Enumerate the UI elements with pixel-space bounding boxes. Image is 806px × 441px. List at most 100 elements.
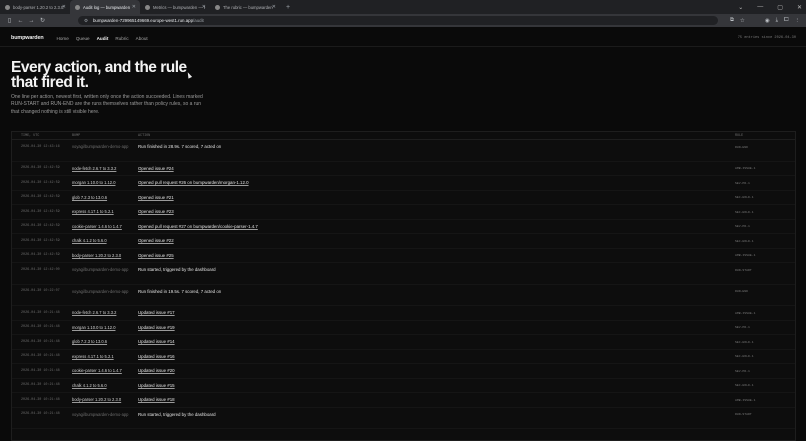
table-row: 2026-04-30 10:21:48 node-fetch 2.6.7 to 3… bbox=[12, 306, 795, 321]
brand-logo[interactable]: bumpwarden bbox=[11, 35, 44, 41]
browser-toolbar: ▯ ← → ↻ ⚙ bumpwarden-729965149669.europe… bbox=[0, 14, 806, 27]
nav-link-queue[interactable]: Queue bbox=[76, 36, 90, 41]
sidebar-icon[interactable]: ▯ bbox=[4, 17, 15, 24]
nav-link-about[interactable]: About bbox=[136, 36, 148, 41]
cell-action[interactable]: Opened pull request #27 on bumpwarden/co… bbox=[138, 224, 735, 229]
cell-action[interactable]: Opened issue #24 bbox=[138, 166, 735, 171]
cell-time: 2026-04-30 12:42:59 bbox=[21, 209, 60, 214]
nav-link-rubric[interactable]: Rubric bbox=[115, 36, 128, 41]
cell-bump[interactable]: cookie-parser 1.4.6 to 1.4.7 bbox=[72, 224, 138, 230]
close-icon[interactable]: ✕ bbox=[272, 4, 276, 10]
menu-icon[interactable]: ⋮ bbox=[795, 18, 801, 24]
cell-time: 2026-04-30 10:22:07 bbox=[21, 289, 60, 294]
cell-time: 2026-04-30 10:21:48 bbox=[21, 383, 60, 388]
nav-link-audit[interactable]: Audit bbox=[97, 36, 109, 41]
browser-tab[interactable]: The rubric — bumpwarden ✕ bbox=[210, 0, 280, 14]
translate-icon[interactable]: ⧉ bbox=[730, 17, 734, 24]
cell-time: 2026-04-30 12:42:59 bbox=[21, 180, 60, 185]
cell-action[interactable]: Updated issue #14 bbox=[138, 339, 735, 344]
cell-rule: AMB-ISSUE-1 bbox=[735, 166, 756, 171]
cell-action[interactable]: Updated issue #17 bbox=[138, 310, 735, 315]
maximize-icon[interactable]: ▢ bbox=[777, 4, 783, 11]
cell-bump[interactable]: express 4.17.1 to 5.2.1 bbox=[72, 209, 138, 215]
cell-time: 2026-04-30 10:21:48 bbox=[21, 325, 60, 330]
site-icon bbox=[215, 4, 220, 10]
cell-bump[interactable]: cookie-parser 1.4.6 to 1.4.7 bbox=[72, 368, 138, 374]
cell-time: 2026-04-30 10:21:48 bbox=[21, 339, 60, 344]
table-row: 2026-04-30 12:42:59 chalk 4.1.2 to 5.6.0 O… bbox=[12, 234, 795, 249]
cell-rule: SEC-HOLD-1 bbox=[735, 195, 754, 200]
cell-action[interactable]: Updated issue #19 bbox=[138, 325, 735, 330]
cell-action[interactable]: Opened issue #25 bbox=[138, 253, 735, 258]
cell-time: 2026-04-30 10:21:48 bbox=[21, 368, 60, 373]
cell-action[interactable]: Opened issue #22 bbox=[138, 238, 735, 243]
minimize-icon[interactable]: — bbox=[757, 4, 763, 10]
site-icon bbox=[75, 4, 80, 10]
browser-tab[interactable]: Metrics — bumpwarden — Cloud✕ bbox=[140, 0, 210, 14]
cell-action[interactable]: Opened pull request #26 on bumpwarden/mo… bbox=[138, 180, 735, 185]
address-bar[interactable]: ⚙ bumpwarden-729965149669.europe-west1.r… bbox=[78, 16, 718, 25]
cell-time: 2026-04-30 12:42:59 bbox=[21, 195, 60, 200]
cell-time: 2026-04-30 12:42:00 bbox=[21, 267, 60, 272]
close-icon[interactable]: ✕ bbox=[132, 4, 136, 10]
new-tab-icon[interactable]: + bbox=[286, 4, 290, 11]
github-icon bbox=[5, 4, 10, 10]
cell-bump[interactable]: express 4.17.1 to 5.2.1 bbox=[72, 354, 138, 360]
tab-search-icon[interactable]: ⌄ bbox=[738, 4, 743, 11]
tab-title: Metrics — bumpwarden — Cloud bbox=[153, 4, 205, 10]
tab-title: The rubric — bumpwarden bbox=[223, 4, 273, 10]
cell-action[interactable]: Opened issue #21 bbox=[138, 195, 735, 200]
cell-action: Run started, triggered by the dashboard bbox=[138, 411, 216, 417]
table-row: 2026-04-30 10:21:48 express 4.17.1 to 5.2… bbox=[12, 350, 795, 364]
bookmark-star-icon[interactable]: ☆ bbox=[740, 18, 745, 24]
extensions-icon[interactable]: ⧠ bbox=[784, 17, 788, 24]
nav-link-home[interactable]: Home bbox=[57, 36, 69, 41]
download-icon[interactable]: ⤓ bbox=[776, 17, 778, 24]
cell-time: 2026-04-30 10:21:48 bbox=[21, 354, 60, 359]
cell-rule: AMB-ISSUE-1 bbox=[735, 397, 756, 402]
back-icon[interactable]: ← bbox=[15, 18, 26, 24]
cell-rule: AMB-ISSUE-1 bbox=[735, 310, 756, 315]
cell-bump: voyagi/bumpwarden-demo-app bbox=[72, 288, 129, 294]
table-row: 2026-04-30 10:21:48 chalk 4.1.2 to 5.6.0 U… bbox=[12, 379, 795, 393]
cell-bump[interactable]: morgan 1.10.0 to 1.12.0 bbox=[72, 325, 138, 331]
cell-bump[interactable]: chalk 4.1.2 to 5.6.0 bbox=[72, 383, 138, 389]
browser-tab-active[interactable]: Audit log — bumpwarden ✕ bbox=[70, 0, 140, 14]
close-icon[interactable]: ✕ bbox=[202, 4, 206, 10]
table-row: 2026-04-30 12:42:59 morgan 1.10.0 to 1.12… bbox=[12, 176, 795, 191]
table-row: 2026-04-30 12:42:59 node-fetch 2.6.7 to 3… bbox=[12, 162, 795, 176]
cell-bump[interactable]: node-fetch 2.6.7 to 3.3.2 bbox=[72, 310, 138, 316]
cell-time: 2026-04-30 12:42:59 bbox=[21, 224, 60, 229]
cell-bump: voyagi/bumpwarden-demo-app bbox=[72, 267, 129, 272]
profile-icon[interactable]: ◉ bbox=[765, 18, 770, 24]
close-icon[interactable]: ✕ bbox=[62, 4, 66, 10]
cell-time: 2026-04-30 12:42:59 bbox=[21, 166, 60, 171]
close-window-icon[interactable]: ✕ bbox=[797, 4, 802, 11]
table-row: 2026-04-30 12:42:00 voyagi/bumpwarden-dem… bbox=[12, 263, 795, 285]
cell-bump[interactable]: glob 7.2.3 to 13.0.6 bbox=[72, 195, 138, 201]
cell-time: 2026-04-30 10:21:48 bbox=[21, 397, 60, 402]
forward-icon[interactable]: → bbox=[26, 18, 37, 24]
cell-action[interactable]: Updated issue #16 bbox=[138, 354, 735, 359]
cell-action[interactable]: Updated issue #18 bbox=[138, 397, 735, 402]
tab-title: Audit log — bumpwarden bbox=[83, 4, 131, 10]
cell-action: Run started, triggered by the dashboard bbox=[138, 267, 216, 272]
site-info-icon[interactable]: ⚙ bbox=[84, 18, 88, 24]
cell-bump[interactable]: morgan 1.10.0 to 1.12.0 bbox=[72, 180, 138, 186]
cell-bump[interactable]: chalk 4.1.2 to 5.6.0 bbox=[72, 238, 138, 244]
cell-rule: SEV-PR-1 bbox=[735, 180, 750, 185]
cell-rule: RUN-END bbox=[735, 144, 748, 149]
cell-bump[interactable]: body-parser 1.20.2 to 2.3.0 bbox=[72, 253, 138, 259]
table-row: 2026-04-30 12:42:59 express 4.17.1 to 5.2… bbox=[12, 205, 795, 220]
browser-tab[interactable]: body-parser 1.20.2 to 2.3.0: ca ✕ bbox=[0, 0, 70, 14]
cell-rule: SEV-PR-1 bbox=[735, 368, 750, 373]
page-title-line: that fired it. bbox=[11, 74, 89, 91]
cell-action[interactable]: Updated issue #20 bbox=[138, 368, 735, 373]
cell-rule: RUN-START bbox=[735, 267, 752, 272]
cell-bump[interactable]: body-parser 1.20.2 to 2.3.0 bbox=[72, 397, 138, 403]
cell-action[interactable]: Updated issue #15 bbox=[138, 383, 735, 388]
cell-action[interactable]: Opened issue #23 bbox=[138, 209, 735, 214]
cell-bump[interactable]: glob 7.2.3 to 13.0.6 bbox=[72, 339, 138, 345]
cell-bump[interactable]: node-fetch 2.6.7 to 3.3.2 bbox=[72, 166, 138, 172]
reload-icon[interactable]: ↻ bbox=[37, 17, 48, 24]
